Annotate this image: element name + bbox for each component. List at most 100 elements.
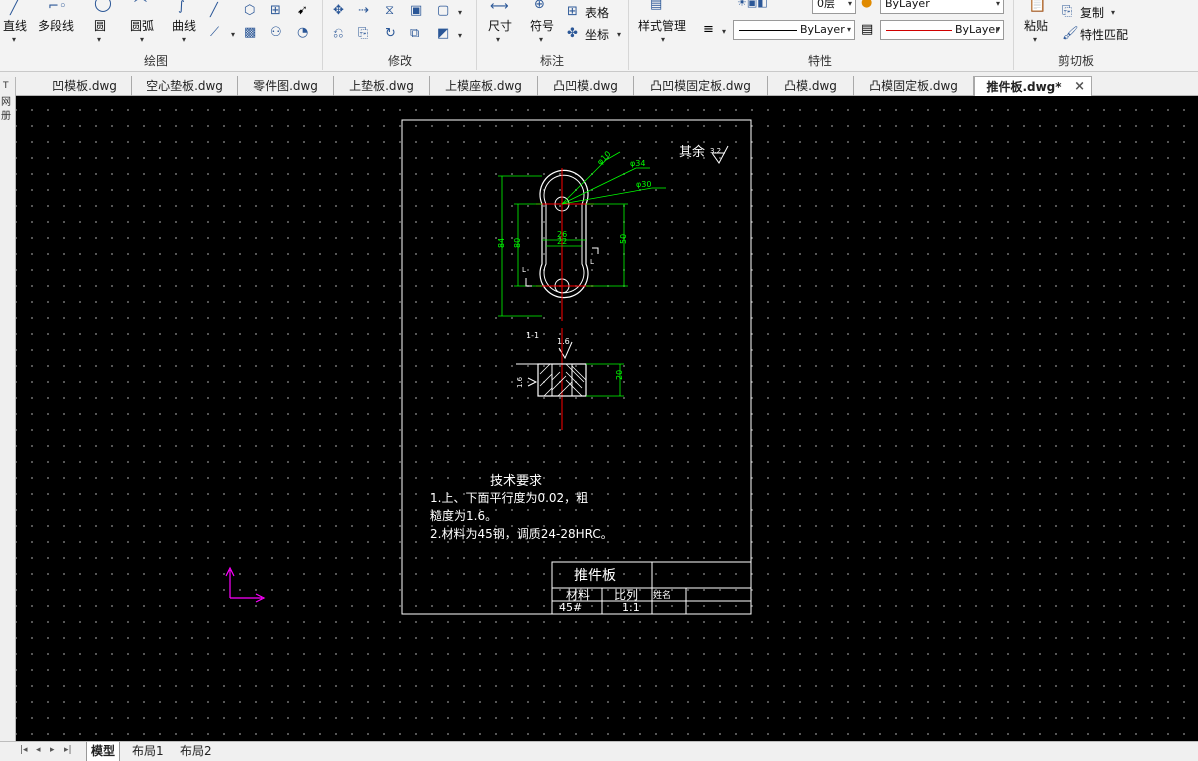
title-scale-label: 比列: [614, 588, 638, 602]
copy-button[interactable]: 复制: [1080, 4, 1104, 21]
curve-dropdown-icon[interactable]: ▾: [182, 35, 186, 44]
array-icon[interactable]: ▣: [410, 4, 422, 18]
title-part-name: 推件板: [574, 568, 616, 584]
polyline-icon[interactable]: ⌐◦: [48, 0, 67, 14]
point-icon[interactable]: ➹: [297, 4, 308, 18]
symbol-dropdown-icon[interactable]: ▾: [539, 35, 543, 44]
table-icon[interactable]: ⊞: [567, 5, 578, 19]
copy-icon[interactable]: ⎘: [1062, 5, 1072, 19]
line-button[interactable]: 直线: [3, 17, 27, 34]
line-dropdown-icon[interactable]: ▾: [12, 35, 16, 44]
coordinate-icon[interactable]: ✤: [567, 27, 578, 41]
doc-tab[interactable]: 凸凹模固定板.dwg: [634, 76, 768, 96]
color-wheel-icon[interactable]: ●: [861, 0, 872, 10]
paste-icon[interactable]: 📋: [1028, 0, 1047, 12]
symbol-icon[interactable]: ⊕: [534, 0, 545, 12]
section-hatch: [539, 363, 587, 397]
color-combo[interactable]: ByLayer ▾: [880, 0, 1004, 14]
rotate-icon[interactable]: ↻: [385, 27, 396, 41]
paste-dropdown-icon[interactable]: ▾: [1033, 35, 1037, 44]
symbol-button[interactable]: 符号: [530, 17, 554, 34]
doc-tab[interactable]: 空心垫板.dwg: [132, 76, 238, 96]
match-properties-button[interactable]: 特性匹配: [1080, 26, 1128, 43]
polyline-button[interactable]: 多段线: [38, 17, 74, 34]
palette-strip-label: 网: [1, 97, 11, 108]
table-draw-icon[interactable]: ⊞: [270, 4, 281, 18]
style-manager-button[interactable]: 样式管理: [638, 17, 686, 34]
lineweight-combo[interactable]: ByLayer ▾: [880, 20, 1004, 40]
doc-tab[interactable]: 凸模.dwg: [768, 76, 854, 96]
doc-tab[interactable]: 上模座板.dwg: [430, 76, 538, 96]
copy-dropdown-icon[interactable]: ▾: [1111, 8, 1115, 17]
drawing-svg: 其余 3.2 φ10 φ34 φ30 84 80 26 22 50 L L 1-…: [225, 119, 752, 615]
draw-group-label: 绘图: [143, 54, 168, 68]
ribbon-separator: [476, 0, 477, 70]
fillet-icon[interactable]: ◩: [437, 27, 449, 41]
style-manager-icon[interactable]: ▤: [650, 0, 662, 12]
line-icon[interactable]: ╱: [10, 2, 18, 16]
doc-tab[interactable]: 凸模固定板.dwg: [854, 76, 974, 96]
ray-dropdown-icon[interactable]: ▾: [231, 30, 235, 39]
palette-strip[interactable]: T 网 册: [0, 77, 16, 741]
revcloud-icon[interactable]: ⬡: [244, 4, 255, 18]
doc-tab[interactable]: 凸凹模.dwg: [538, 76, 634, 96]
hatch-icon[interactable]: ▩: [244, 26, 256, 40]
coordinate-button[interactable]: 坐标: [585, 26, 609, 43]
doc-tab[interactable]: 凹模板.dwg: [38, 76, 132, 96]
last-layout-icon[interactable]: ▸|: [64, 745, 72, 755]
linetype-icon[interactable]: ≡: [703, 23, 714, 37]
region-icon[interactable]: ⚇: [270, 26, 282, 40]
table-button[interactable]: 表格: [585, 4, 609, 21]
dimension-dropdown-icon[interactable]: ▾: [496, 35, 500, 44]
coordinate-dropdown-icon[interactable]: ▾: [617, 30, 621, 39]
doc-tab-active[interactable]: 推件板.dwg* ×: [974, 76, 1092, 96]
scale-icon[interactable]: ▢: [437, 4, 449, 18]
dim-d34: φ34: [630, 159, 645, 168]
offset-icon[interactable]: ⧉: [410, 27, 419, 41]
layer-combo[interactable]: 0层 ▾: [812, 0, 856, 14]
layout-tab-layout2[interactable]: 布局2: [176, 742, 216, 761]
curve-button[interactable]: 曲线: [172, 17, 196, 34]
linetype-combo[interactable]: ByLayer ▾: [733, 20, 855, 40]
first-layout-icon[interactable]: |◂: [20, 745, 28, 755]
doc-tab[interactable]: 上垫板.dwg: [334, 76, 430, 96]
fillet-dropdown-icon[interactable]: ▾: [458, 31, 462, 40]
match-properties-icon[interactable]: 🖌: [1062, 27, 1079, 41]
dimension-icon[interactable]: ⟷: [490, 0, 509, 14]
circle-button[interactable]: 圆: [94, 17, 106, 34]
close-icon[interactable]: ×: [1074, 77, 1085, 97]
lineweight-icon[interactable]: ▤: [861, 23, 873, 37]
dim-w22: 22: [557, 237, 567, 246]
layout-tab-model[interactable]: 模型: [86, 742, 121, 761]
layout-tab-bar: |◂ ◂ ▸ ▸| 模型 布局1 布局2: [0, 741, 1198, 761]
ribbon-separator: [628, 0, 629, 70]
trim-icon[interactable]: ⇢: [358, 4, 369, 18]
prev-layout-icon[interactable]: ◂: [36, 745, 41, 755]
arc-button[interactable]: 圆弧: [130, 17, 154, 34]
layout-tab-layout1[interactable]: 布局1: [128, 742, 168, 761]
wipeout-icon[interactable]: ◔: [297, 26, 308, 40]
copy-object-icon[interactable]: ⎘: [358, 27, 368, 41]
linetype-dropdown-icon[interactable]: ▾: [722, 27, 726, 36]
move-icon[interactable]: ✥: [333, 4, 344, 18]
title-scale-value: 1:1: [622, 601, 640, 614]
arc-icon[interactable]: ⌒: [134, 0, 147, 14]
title-material-value: 45#: [559, 601, 582, 614]
doc-tab[interactable]: 零件图.dwg: [238, 76, 334, 96]
style-manager-dropdown-icon[interactable]: ▾: [661, 35, 665, 44]
drawing-canvas[interactable]: 其余 3.2 φ10 φ34 φ30 84 80 26 22 50 L L 1-…: [16, 96, 1198, 741]
arc-dropdown-icon[interactable]: ▾: [140, 35, 144, 44]
mirror-icon[interactable]: ⧖: [385, 4, 394, 18]
dim-h84: 84: [497, 238, 506, 248]
scale-dropdown-icon[interactable]: ▾: [458, 8, 462, 17]
xline-icon[interactable]: ╱: [210, 4, 218, 18]
circle-dropdown-icon[interactable]: ▾: [97, 35, 101, 44]
curve-icon[interactable]: ∫: [178, 0, 185, 14]
paste-button[interactable]: 粘贴: [1024, 17, 1048, 34]
next-layout-icon[interactable]: ▸: [50, 745, 55, 755]
ray-icon[interactable]: ⟋: [210, 26, 219, 40]
circle-icon[interactable]: ◯: [94, 0, 112, 11]
dimension-button[interactable]: 尺寸: [488, 17, 512, 34]
stretch-icon[interactable]: ⎌: [333, 27, 343, 41]
layer-state-icon[interactable]: ☀▣◧: [737, 0, 768, 10]
